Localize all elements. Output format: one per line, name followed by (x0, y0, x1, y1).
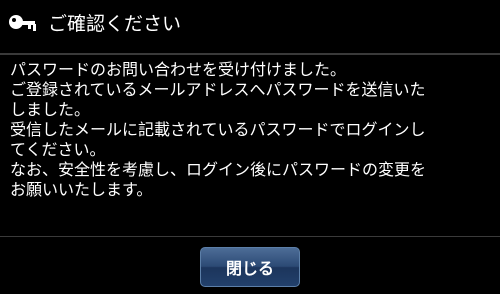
message-line: 受信したメールに記載されているパスワードでログインし (10, 120, 426, 139)
message-line: パスワードのお問い合わせを受け付けました。 (10, 60, 347, 79)
message-line: しました。 (10, 100, 91, 119)
header-divider (0, 53, 500, 55)
message-line: お願いいたします。 (10, 180, 153, 199)
key-icon (8, 12, 38, 36)
password-confirmation-dialog: ご確認ください パスワードのお問い合わせを受け付けました。 ご登録されているメー… (0, 0, 500, 294)
dialog-title: ご確認ください (48, 13, 182, 35)
close-button[interactable]: 閉じる (200, 247, 300, 287)
footer-divider (0, 236, 500, 237)
message-line: なお、安全性を考慮し、ログイン後にパスワードの変更を (10, 160, 427, 179)
message-line: ご登録されているメールアドレスへパスワードを送信いた (10, 80, 426, 99)
message-line: てください。 (10, 140, 106, 159)
dialog-message: パスワードのお問い合わせを受け付けました。 ご登録されているメールアドレスへパス… (10, 60, 496, 200)
dialog-header: ご確認ください (0, 0, 500, 48)
